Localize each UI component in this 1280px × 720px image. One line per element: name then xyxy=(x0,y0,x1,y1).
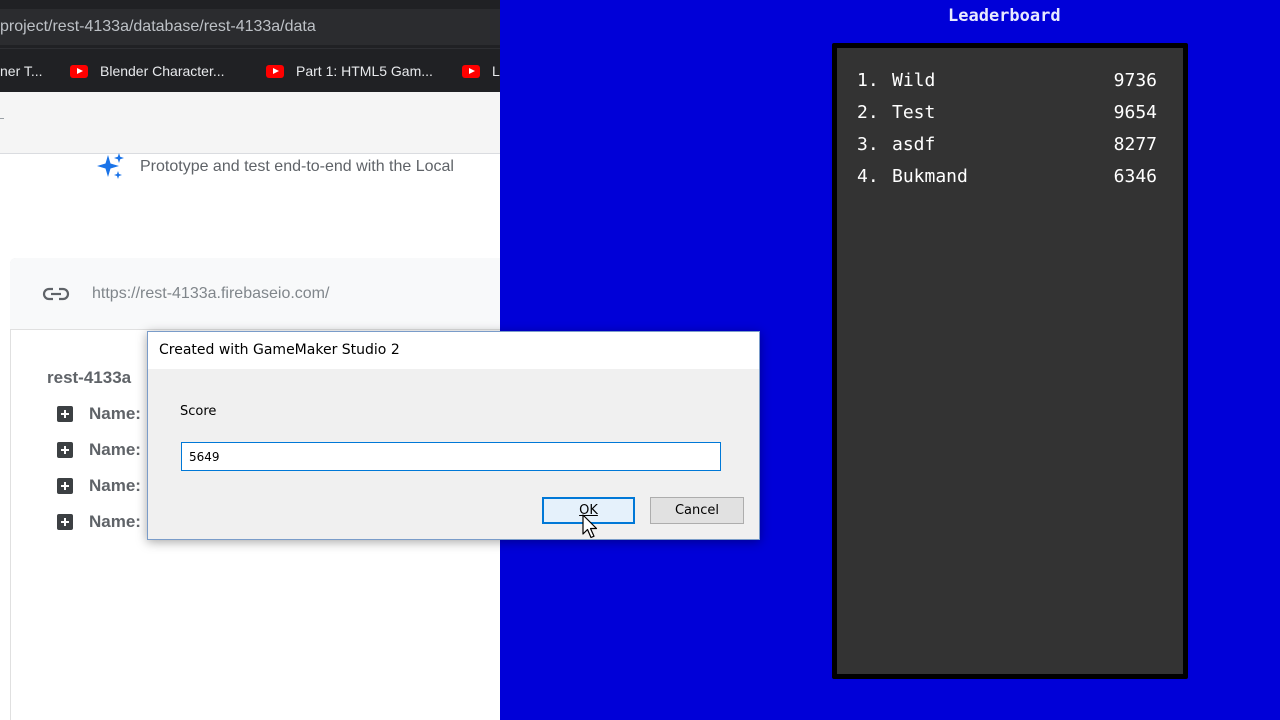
browser-address-bar: project/rest-4133a/database/rest-4133a/d… xyxy=(0,0,500,48)
console-toolbar xyxy=(0,92,500,154)
tree-node-label: Name: xyxy=(89,476,141,495)
dialog-titlebar[interactable]: Created with GameMaker Studio 2 xyxy=(148,332,759,369)
expand-icon[interactable] xyxy=(57,478,73,494)
youtube-icon xyxy=(462,64,480,78)
expand-icon[interactable] xyxy=(57,406,73,422)
mouse-cursor-icon xyxy=(582,514,598,539)
leaderboard-rank: 3. xyxy=(857,134,879,155)
leaderboard-rank: 1. xyxy=(857,70,879,91)
leaderboard-row: 4. Bukmand 6346 xyxy=(857,166,1157,188)
leaderboard-rank: 2. xyxy=(857,102,879,123)
leaderboard-name: asdf xyxy=(892,134,936,155)
score-input[interactable] xyxy=(181,442,721,471)
leaderboard-score: 9736 xyxy=(1113,70,1157,91)
bookmark-item[interactable]: ner T... xyxy=(0,61,43,81)
dialog-title: Created with GameMaker Studio 2 xyxy=(159,342,400,358)
url-text[interactable]: project/rest-4133a/database/rest-4133a/d… xyxy=(0,18,316,36)
tree-node-label: Name: xyxy=(89,440,141,459)
youtube-icon xyxy=(266,64,284,78)
leaderboard-row: 2. Test 9654 xyxy=(857,102,1157,124)
leaderboard-score: 8277 xyxy=(1113,134,1157,155)
sparkle-icon xyxy=(97,153,124,179)
leaderboard-score: 9654 xyxy=(1113,102,1157,123)
leaderboard-name: Wild xyxy=(892,70,936,91)
leaderboard-row: 3. asdf 8277 xyxy=(857,134,1157,156)
database-root-node[interactable]: rest-4133a xyxy=(47,368,131,388)
local-emulator-promo[interactable]: Prototype and test end-to-end with the L… xyxy=(96,152,454,182)
bookmark-label: ner T... xyxy=(0,63,43,79)
database-url[interactable]: https://rest-4133a.firebaseio.com/ xyxy=(92,285,329,303)
tree-node[interactable]: Name: xyxy=(57,511,141,533)
tree-node[interactable]: Name: xyxy=(57,403,141,425)
leaderboard-name: Bukmand xyxy=(892,166,968,187)
score-input-dialog: Created with GameMaker Studio 2 Score OK… xyxy=(147,331,760,540)
bookmark-label: Part 1: HTML5 Gam... xyxy=(296,63,433,79)
leaderboard-row: 1. Wild 9736 xyxy=(857,70,1157,92)
tree-node[interactable]: Name: xyxy=(57,439,141,461)
cancel-button[interactable]: Cancel xyxy=(650,497,744,524)
promo-text: Prototype and test end-to-end with the L… xyxy=(140,158,454,175)
leaderboard-name: Test xyxy=(892,102,936,123)
toolbar-divider xyxy=(0,118,4,119)
bookmark-label: Blender Character... xyxy=(100,63,225,79)
expand-icon[interactable] xyxy=(57,514,73,530)
bookmark-item[interactable]: L xyxy=(462,61,500,81)
bookmark-item[interactable]: Part 1: HTML5 Gam... xyxy=(266,61,433,81)
link-icon[interactable] xyxy=(42,284,70,304)
score-label: Score xyxy=(180,404,217,419)
bookmark-item[interactable]: Blender Character... xyxy=(70,61,225,81)
bookmark-label: L xyxy=(492,63,500,79)
youtube-icon xyxy=(70,64,88,78)
leaderboard-score: 6346 xyxy=(1113,166,1157,187)
tree-node[interactable]: Name: xyxy=(57,475,141,497)
tree-node-label: Name: xyxy=(89,404,141,423)
tree-node-label: Name: xyxy=(89,512,141,531)
leaderboard-rank: 4. xyxy=(857,166,879,187)
bookmarks-bar: ner T... Blender Character... Part 1: HT… xyxy=(0,48,500,92)
cancel-button-label: Cancel xyxy=(674,503,720,518)
expand-icon[interactable] xyxy=(57,442,73,458)
leaderboard-title: Leaderboard xyxy=(948,6,1061,26)
